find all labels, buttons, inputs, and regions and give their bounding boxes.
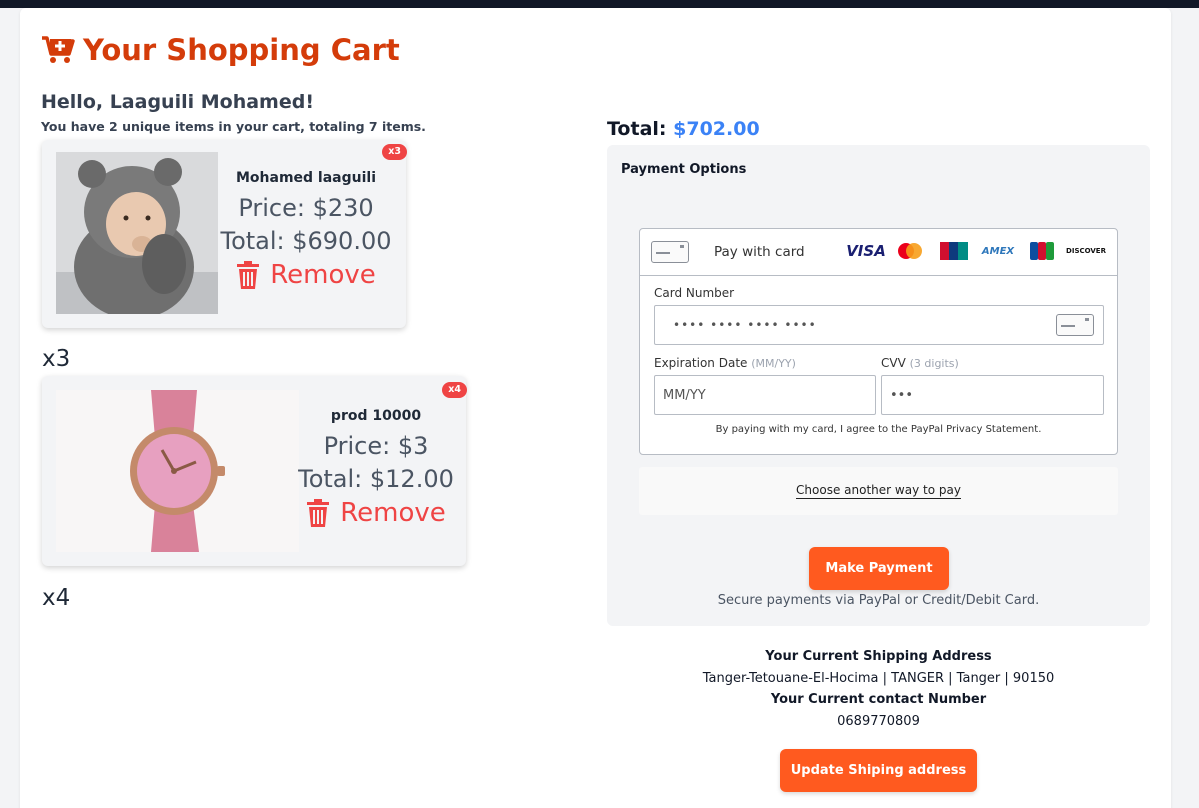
product-image	[56, 390, 299, 552]
cvv-label-text: CVV	[881, 356, 906, 370]
expiration-field[interactable]: MM/YY	[654, 375, 876, 415]
remove-label: Remove	[270, 260, 376, 290]
discover-logo: DISCOVER	[1066, 247, 1106, 255]
cvv-label: CVV (3 digits)	[881, 356, 959, 370]
quantity-badge: x4	[442, 382, 467, 398]
top-bar	[0, 0, 1199, 8]
card-number-field[interactable]: •••• •••• •••• ••••	[654, 305, 1104, 345]
product-price: Price: $3	[323, 432, 429, 460]
cart-item: x4 prod 10000 Price: $3 Total: $12.00 Re…	[42, 376, 467, 566]
expiration-label: Expiration Date (MM/YY)	[654, 356, 796, 370]
cart-plus-icon	[42, 36, 75, 63]
contact-heading: Your Current contact Number	[770, 692, 987, 707]
amex-logo: AMEX	[981, 245, 1015, 257]
item-info: prod 10000 Price: $3 Total: $12.00 Remov…	[298, 408, 454, 528]
remove-label: Remove	[340, 498, 446, 528]
product-price: Price: $230	[238, 194, 374, 222]
payment-panel: Payment Options Pay with card VISA AMEX …	[607, 145, 1150, 626]
cvv-placeholder: •••	[890, 387, 914, 403]
product-total: Total: $12.00	[298, 465, 454, 493]
card-brands: VISA AMEX DISCOVER	[846, 240, 1106, 262]
trash-icon	[237, 261, 260, 289]
contact-number: 0689770809	[837, 714, 920, 729]
item-quantity: x3	[42, 346, 71, 372]
product-image	[56, 152, 218, 314]
credit-card-icon	[651, 241, 689, 263]
cart-summary: You have 2 unique items in your cart, to…	[41, 119, 426, 134]
payment-options-heading: Payment Options	[621, 162, 747, 177]
secure-note: Secure payments via PayPal or Credit/Deb…	[717, 593, 1040, 608]
quantity-badge: x3	[382, 144, 407, 160]
expiration-label-text: Expiration Date	[654, 356, 748, 370]
cart-total: Total: $702.00	[607, 118, 760, 140]
unionpay-logo	[937, 240, 971, 262]
mastercard-logo	[893, 240, 927, 262]
card-number-value: •••• •••• •••• ••••	[673, 318, 817, 332]
visa-logo: VISA	[846, 242, 886, 260]
trash-icon	[307, 499, 330, 527]
card-payment-form: Pay with card VISA AMEX DISCOVER Card Nu…	[639, 228, 1118, 455]
cvv-hint: (3 digits)	[909, 357, 959, 370]
pay-with-card-label: Pay with card	[714, 244, 805, 260]
cart-item: x3 Mohamed laaguili Price: $230 Total: $…	[42, 140, 407, 328]
shipping-info: Your Current Shipping Address Tanger-Tet…	[607, 646, 1150, 732]
privacy-agreement: By paying with my card, I agree to the P…	[715, 424, 1042, 435]
another-way-to-pay-link[interactable]: Choose another way to pay	[639, 467, 1118, 515]
product-name: Mohamed laaguili	[235, 170, 377, 186]
product-total: Total: $690.00	[220, 227, 392, 255]
expiration-hint: (MM/YY)	[751, 357, 796, 370]
another-way-label: Choose another way to pay	[796, 483, 961, 499]
pay-with-card-header[interactable]: Pay with card VISA AMEX DISCOVER	[640, 229, 1117, 276]
cvv-field[interactable]: •••	[881, 375, 1104, 415]
item-info: Mohamed laaguili Price: $230 Total: $690…	[218, 170, 394, 290]
item-quantity: x4	[42, 585, 71, 611]
shipping-address: Tanger-Tetouane-El-Hocima | TANGER | Tan…	[702, 671, 1055, 686]
remove-button[interactable]: Remove	[298, 498, 454, 528]
page-title: Your Shopping Cart	[41, 30, 400, 70]
make-payment-button[interactable]: Make Payment	[809, 547, 949, 590]
cart-total-label: Total:	[607, 118, 667, 140]
cart-total-amount: $702.00	[673, 118, 760, 140]
shipping-address-heading: Your Current Shipping Address	[765, 649, 992, 664]
greeting: Hello, Laaguili Mohamed!	[41, 91, 314, 113]
jcb-logo	[1025, 240, 1059, 262]
credit-card-icon	[1056, 314, 1094, 336]
product-name: prod 10000	[330, 408, 422, 424]
card-number-label: Card Number	[654, 286, 735, 300]
expiration-placeholder: MM/YY	[663, 387, 706, 403]
update-shipping-button[interactable]: Update Shiping address	[780, 749, 977, 792]
remove-button[interactable]: Remove	[218, 260, 394, 290]
page-title-text: Your Shopping Cart	[83, 33, 400, 67]
